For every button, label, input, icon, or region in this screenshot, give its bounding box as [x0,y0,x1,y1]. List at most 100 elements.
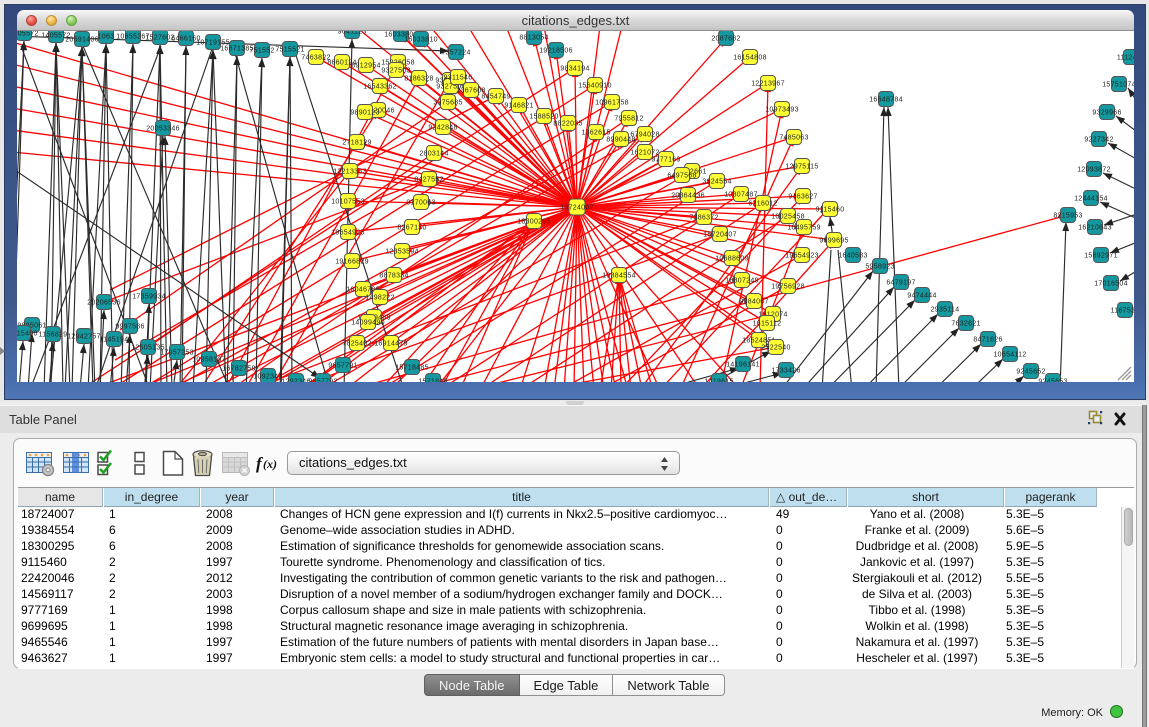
svg-text:3624554: 3624554 [702,179,731,186]
svg-text:17359934: 17359934 [132,294,166,301]
svg-text:6497568: 6497568 [667,173,696,180]
svg-text:8813054: 8813054 [519,35,548,42]
svg-text:14196141: 14196141 [726,362,760,369]
svg-text:1405572: 1405572 [17,31,39,38]
svg-text:9884067: 9884067 [739,299,768,306]
svg-text:1615112: 1615112 [753,321,782,328]
svg-text:10973493: 10973493 [765,107,799,114]
svg-text:9227342: 9227342 [1084,137,1113,144]
svg-text:19384554: 19384554 [602,273,636,280]
svg-text:(x): (x) [263,457,277,471]
svg-text:19756928: 19756928 [771,284,805,291]
svg-text:7955812: 7955812 [614,116,643,123]
svg-text:9311546: 9311546 [444,75,473,82]
svg-text:1498222: 1498222 [365,295,394,302]
svg-text:12093872: 12093872 [1077,167,1111,174]
svg-text:2087682: 2087682 [711,36,740,43]
svg-text:16543362: 16543362 [363,84,397,91]
svg-text:7515521: 7515521 [275,47,304,54]
svg-text:9245652: 9245652 [1016,369,1045,376]
svg-text:15692971: 15692971 [1084,253,1118,260]
svg-text:1527602: 1527602 [145,35,174,42]
svg-text:16210643: 16210643 [1078,225,1112,232]
svg-text:9327503: 9327503 [381,68,410,75]
svg-text:9146821: 9146821 [504,103,533,110]
svg-text:1292346: 1292346 [281,379,310,383]
svg-text:9890123: 9890123 [350,110,379,117]
svg-text:3375685: 3375685 [433,100,462,107]
svg-text:7357224: 7357224 [441,50,470,57]
svg-text:1362615: 1362615 [581,130,610,137]
svg-text:14099490: 14099490 [351,320,385,327]
svg-text:16033810: 16033810 [404,37,438,44]
svg-text:20691406: 20691406 [65,37,99,44]
svg-text:19218506: 19218506 [539,48,573,55]
svg-text:16154808: 16154808 [733,55,767,62]
svg-text:8878334: 8878334 [379,273,408,280]
svg-text:8912954: 8912954 [351,63,380,70]
svg-text:8186328: 8186328 [404,76,433,83]
svg-text:12444154: 12444154 [1074,196,1108,203]
svg-text:18724007: 18724007 [560,205,594,212]
svg-text:12213383: 12213383 [333,169,367,176]
svg-text:16495759: 16495759 [787,225,821,232]
svg-text:8454749: 8454749 [481,94,510,101]
svg-text:1588520: 1588520 [529,114,558,121]
svg-text:10688609: 10688609 [715,256,749,263]
svg-text:7485063: 7485063 [779,135,808,142]
svg-text:8215953: 8215953 [1053,213,1082,220]
svg-text:7632621: 7632621 [951,321,980,328]
svg-text:17957253: 17957253 [160,350,194,357]
svg-text:2935114: 2935114 [931,307,960,314]
svg-text:6216012: 6216012 [748,201,777,208]
svg-text:1733426: 1733426 [771,368,800,375]
svg-text:10107553: 10107553 [331,199,365,206]
svg-text:1145194: 1145194 [100,337,129,344]
svg-text:9657791: 9657791 [328,363,357,370]
svg-text:12975115: 12975115 [785,164,818,171]
svg-text:9463627: 9463627 [788,194,817,201]
svg-text:12353594: 12353594 [385,249,419,256]
svg-text:1621072: 1621072 [630,150,659,157]
svg-text:2718129: 2718129 [342,140,371,147]
svg-text:8471626: 8471626 [973,337,1002,344]
svg-text:9641123: 9641123 [338,31,367,36]
svg-text:8267130: 8267130 [397,225,426,232]
svg-text:15718485: 15718485 [395,365,429,372]
svg-text:8822035: 8822035 [553,121,582,128]
svg-text:7825402: 7825402 [342,341,371,348]
svg-text:10961758: 10961758 [595,100,629,107]
svg-text:9657792: 9657792 [308,379,337,383]
svg-text:18807249: 18807249 [725,278,759,285]
svg-text:19654923: 19654923 [785,253,819,260]
svg-text:20364436: 20364436 [671,193,705,200]
svg-text:9115460: 9115460 [816,207,845,214]
svg-text:9474444: 9474444 [907,293,936,300]
svg-text:9170063: 9170063 [406,200,435,207]
svg-text:9242848: 9242848 [428,125,457,132]
svg-text:19166829: 19166829 [335,259,369,266]
svg-text:9834194: 9834194 [560,66,589,73]
svg-text:16914479: 16914479 [374,341,408,348]
svg-text:1571848: 1571848 [418,379,447,383]
svg-text:20053346: 20053346 [146,126,180,133]
svg-text:1092348: 1092348 [253,374,282,381]
svg-text:9329966: 9329966 [1092,110,1121,117]
svg-text:9245653: 9245653 [1038,379,1067,383]
svg-text:1063: 1063 [98,34,115,41]
svg-text:1640583: 1640583 [838,253,867,260]
svg-text:20206536: 20206536 [87,300,121,307]
svg-text:6794028: 6794028 [630,132,659,139]
svg-text:751552: 751552 [249,48,274,55]
svg-text:12213967: 12213967 [751,81,785,88]
svg-text:18300295: 18300295 [517,219,551,226]
svg-text:8427552: 8427552 [414,177,443,184]
svg-text:15640910: 15640910 [578,83,612,90]
svg-text:10654112: 10654112 [993,352,1026,359]
svg-text:16648784: 16648784 [869,97,903,104]
svg-text:10958107: 10958107 [192,357,226,364]
svg-text:17016504: 17016504 [1094,281,1128,288]
svg-text:12942757: 12942757 [67,334,101,341]
svg-text:1112473: 1112473 [1117,55,1134,62]
svg-text:10807487: 10807487 [724,192,758,199]
